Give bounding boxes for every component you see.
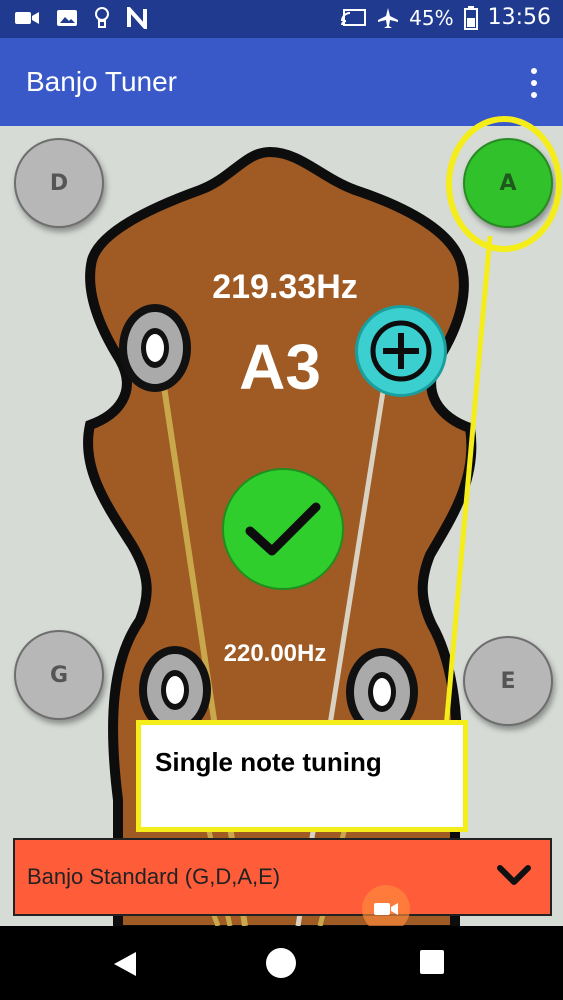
status-bar: 45% 13:56 (0, 0, 563, 38)
peg-hole (119, 304, 191, 392)
video-camera-icon (15, 12, 39, 24)
plus-circle-icon[interactable] (355, 305, 447, 397)
string-button-e[interactable]: E (463, 636, 553, 726)
gallery-icon (57, 10, 77, 26)
lightbulb-icon (95, 7, 109, 28)
chevron-down-icon (497, 865, 531, 885)
app-bar: Banjo Tuner (0, 38, 563, 126)
cast-icon (341, 8, 367, 26)
feature-callout: Single note tuning (136, 720, 468, 832)
battery-percent: 45% (409, 5, 454, 30)
tuning-select-value: Banjo Standard (G,D,A,E) (27, 864, 281, 889)
string-button-d[interactable]: D (14, 138, 104, 228)
highlight-ring (446, 116, 562, 252)
target-frequency: 220.00Hz (223, 640, 327, 667)
battery-icon (463, 5, 478, 30)
callout-text: Single note tuning (155, 747, 382, 777)
detected-frequency: 219.33Hz (212, 268, 358, 306)
app-title: Banjo Tuner (26, 66, 177, 97)
home-icon[interactable] (266, 948, 296, 978)
status-time: 13:56 (487, 5, 551, 30)
n-icon (127, 7, 147, 29)
detected-note: A3 (239, 331, 321, 403)
status-right-icons: 45% 13:56 (341, 5, 551, 30)
airplane-icon (378, 7, 399, 28)
recents-icon[interactable] (420, 950, 444, 974)
string-button-g[interactable]: G (14, 630, 104, 720)
back-icon[interactable] (112, 950, 140, 978)
checkmark-icon (222, 468, 344, 590)
nav-bar (0, 926, 563, 1000)
status-left-icons (14, 6, 148, 30)
more-vert-icon[interactable] (527, 68, 541, 98)
tuning-select[interactable]: Banjo Standard (G,D,A,E) (13, 838, 552, 916)
